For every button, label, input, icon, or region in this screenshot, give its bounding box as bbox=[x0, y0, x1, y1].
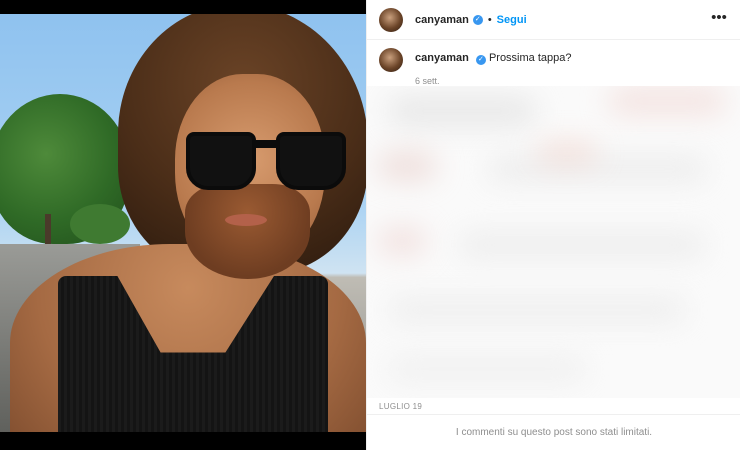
blur-blob bbox=[377, 226, 427, 256]
blur-blob bbox=[537, 141, 597, 163]
post-header: canyaman ✓ • Segui ••• bbox=[367, 0, 740, 40]
photo-sunglasses bbox=[180, 124, 352, 196]
separator-dot: • bbox=[487, 13, 492, 26]
caption-timestamp[interactable]: 6 sett. bbox=[415, 76, 729, 86]
post-media-pane bbox=[0, 0, 366, 450]
post-photo[interactable] bbox=[0, 14, 366, 432]
caption-row: canyaman ✓ Prossima tappa? bbox=[379, 48, 729, 72]
post-caption: canyaman ✓ Prossima tappa? 6 sett. bbox=[379, 48, 729, 86]
follow-button[interactable]: Segui bbox=[497, 14, 527, 26]
blur-blob bbox=[377, 151, 437, 181]
verified-badge-icon: ✓ bbox=[472, 14, 483, 25]
caption-avatar[interactable] bbox=[379, 48, 403, 72]
sunglasses-left-lens bbox=[186, 132, 256, 190]
more-options-icon[interactable]: ••• bbox=[709, 10, 729, 30]
avatar[interactable] bbox=[379, 7, 403, 32]
blurred-comments-area bbox=[367, 86, 740, 398]
post-date[interactable]: LUGLIO 19 bbox=[379, 402, 422, 411]
comments-limited-text: I commenti su questo post sono stati lim… bbox=[455, 427, 653, 438]
caption-username[interactable]: canyaman bbox=[415, 52, 469, 64]
blur-blob bbox=[487, 156, 707, 182]
instagram-post-view: canyaman ✓ • Segui ••• canyaman ✓ Prossi… bbox=[0, 0, 740, 450]
blur-blob bbox=[387, 96, 537, 126]
blur-blob bbox=[387, 296, 687, 324]
blur-blob bbox=[457, 231, 707, 259]
sunglasses-right-lens bbox=[276, 132, 346, 190]
comments-limited-notice: I commenti su questo post sono stati lim… bbox=[367, 414, 740, 450]
header-username[interactable]: canyaman bbox=[415, 14, 469, 26]
caption-verified-badge-icon: ✓ bbox=[475, 55, 486, 65]
blur-blob bbox=[607, 86, 727, 116]
post-side-panel: canyaman ✓ • Segui ••• canyaman ✓ Prossi… bbox=[366, 0, 740, 450]
photo-beard bbox=[185, 184, 310, 279]
caption-text: canyaman ✓ Prossima tappa? bbox=[415, 48, 571, 65]
blur-blob bbox=[387, 356, 587, 382]
photo-lips bbox=[225, 214, 267, 226]
caption-body: Prossima tappa? bbox=[488, 52, 572, 64]
photo-tree-small bbox=[70, 204, 130, 244]
